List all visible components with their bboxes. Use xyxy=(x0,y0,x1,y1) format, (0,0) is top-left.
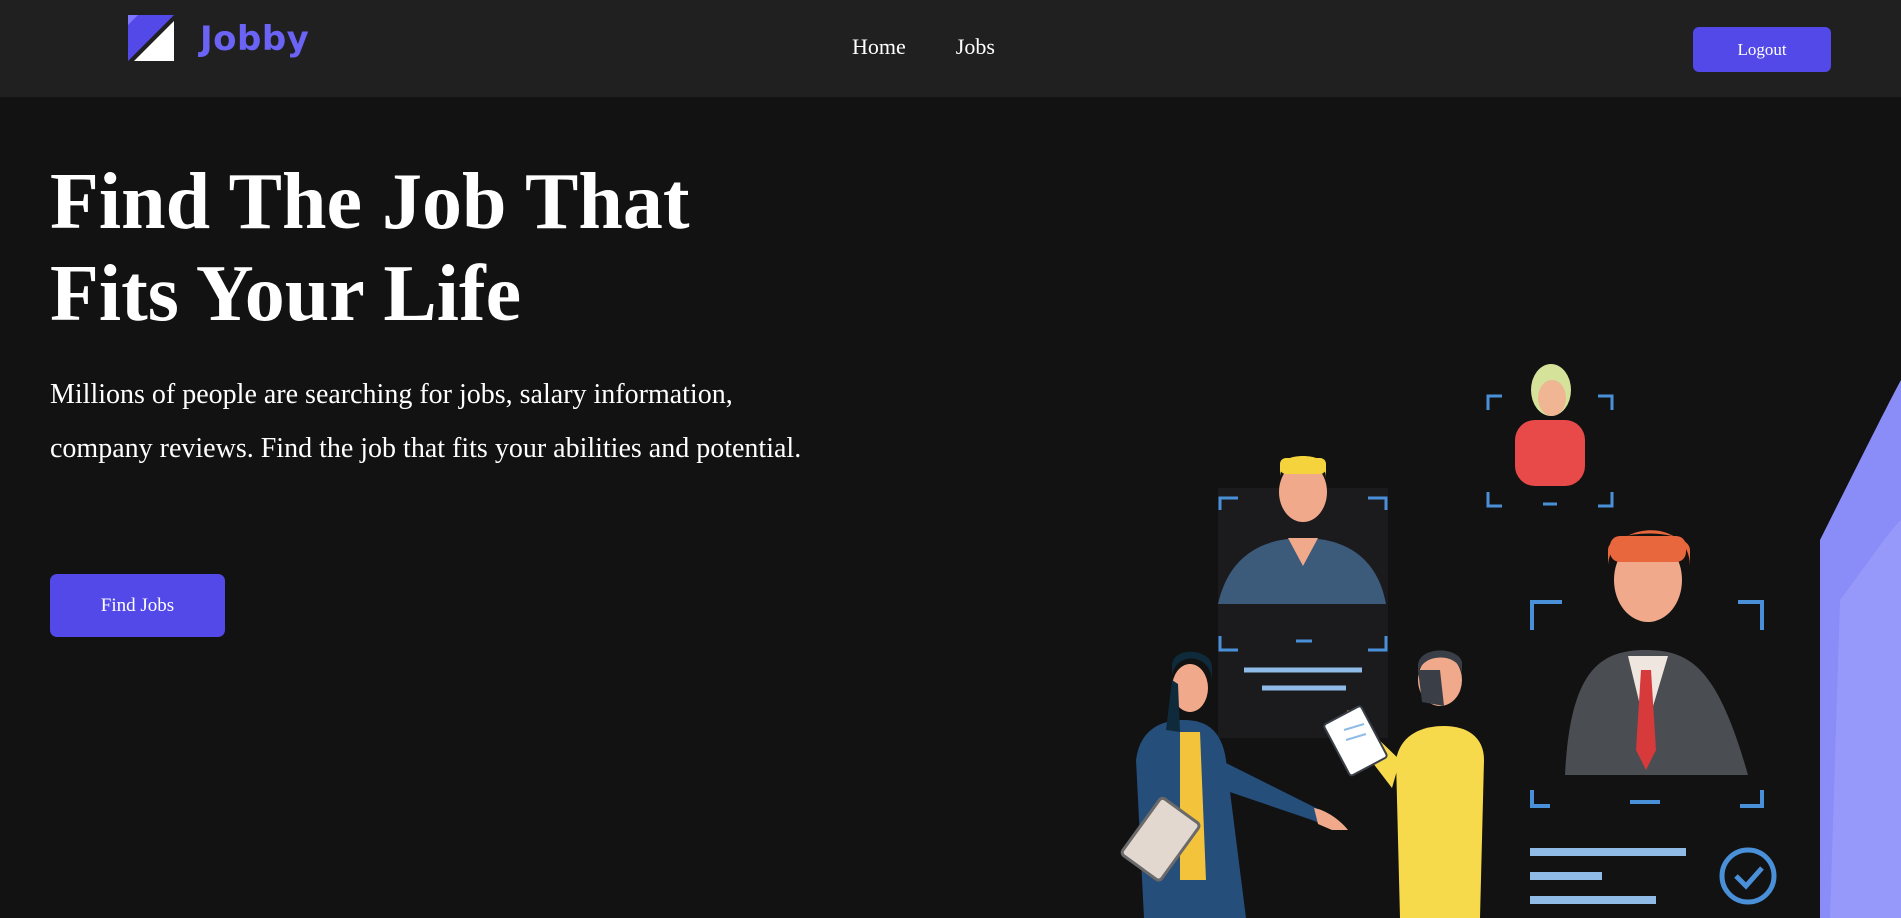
logo-mark-icon[interactable] xyxy=(128,15,174,61)
brand-name[interactable]: Jobby xyxy=(200,19,309,59)
hero-description: Millions of people are searching for job… xyxy=(50,379,802,464)
hero-illustration xyxy=(1120,364,1901,918)
logout-button[interactable]: Logout xyxy=(1693,27,1831,72)
nav-links: Home Jobs xyxy=(852,34,995,60)
candidate-card-top xyxy=(1486,364,1614,508)
nav-jobs-link[interactable]: Jobs xyxy=(956,34,995,60)
navbar: Jobby Home Jobs Logout xyxy=(0,0,1901,97)
candidate-card-middle xyxy=(1218,456,1388,738)
hero-title-line-2: Fits Your Life xyxy=(50,250,522,338)
find-jobs-button[interactable]: Find Jobs xyxy=(50,574,225,637)
hero-title: Find The Job That Fits Your Life xyxy=(50,156,810,340)
nav-home-link[interactable]: Home xyxy=(852,34,906,60)
hero-title-line-1: Find The Job That xyxy=(50,158,690,246)
candidate-card-right xyxy=(1530,530,1777,905)
